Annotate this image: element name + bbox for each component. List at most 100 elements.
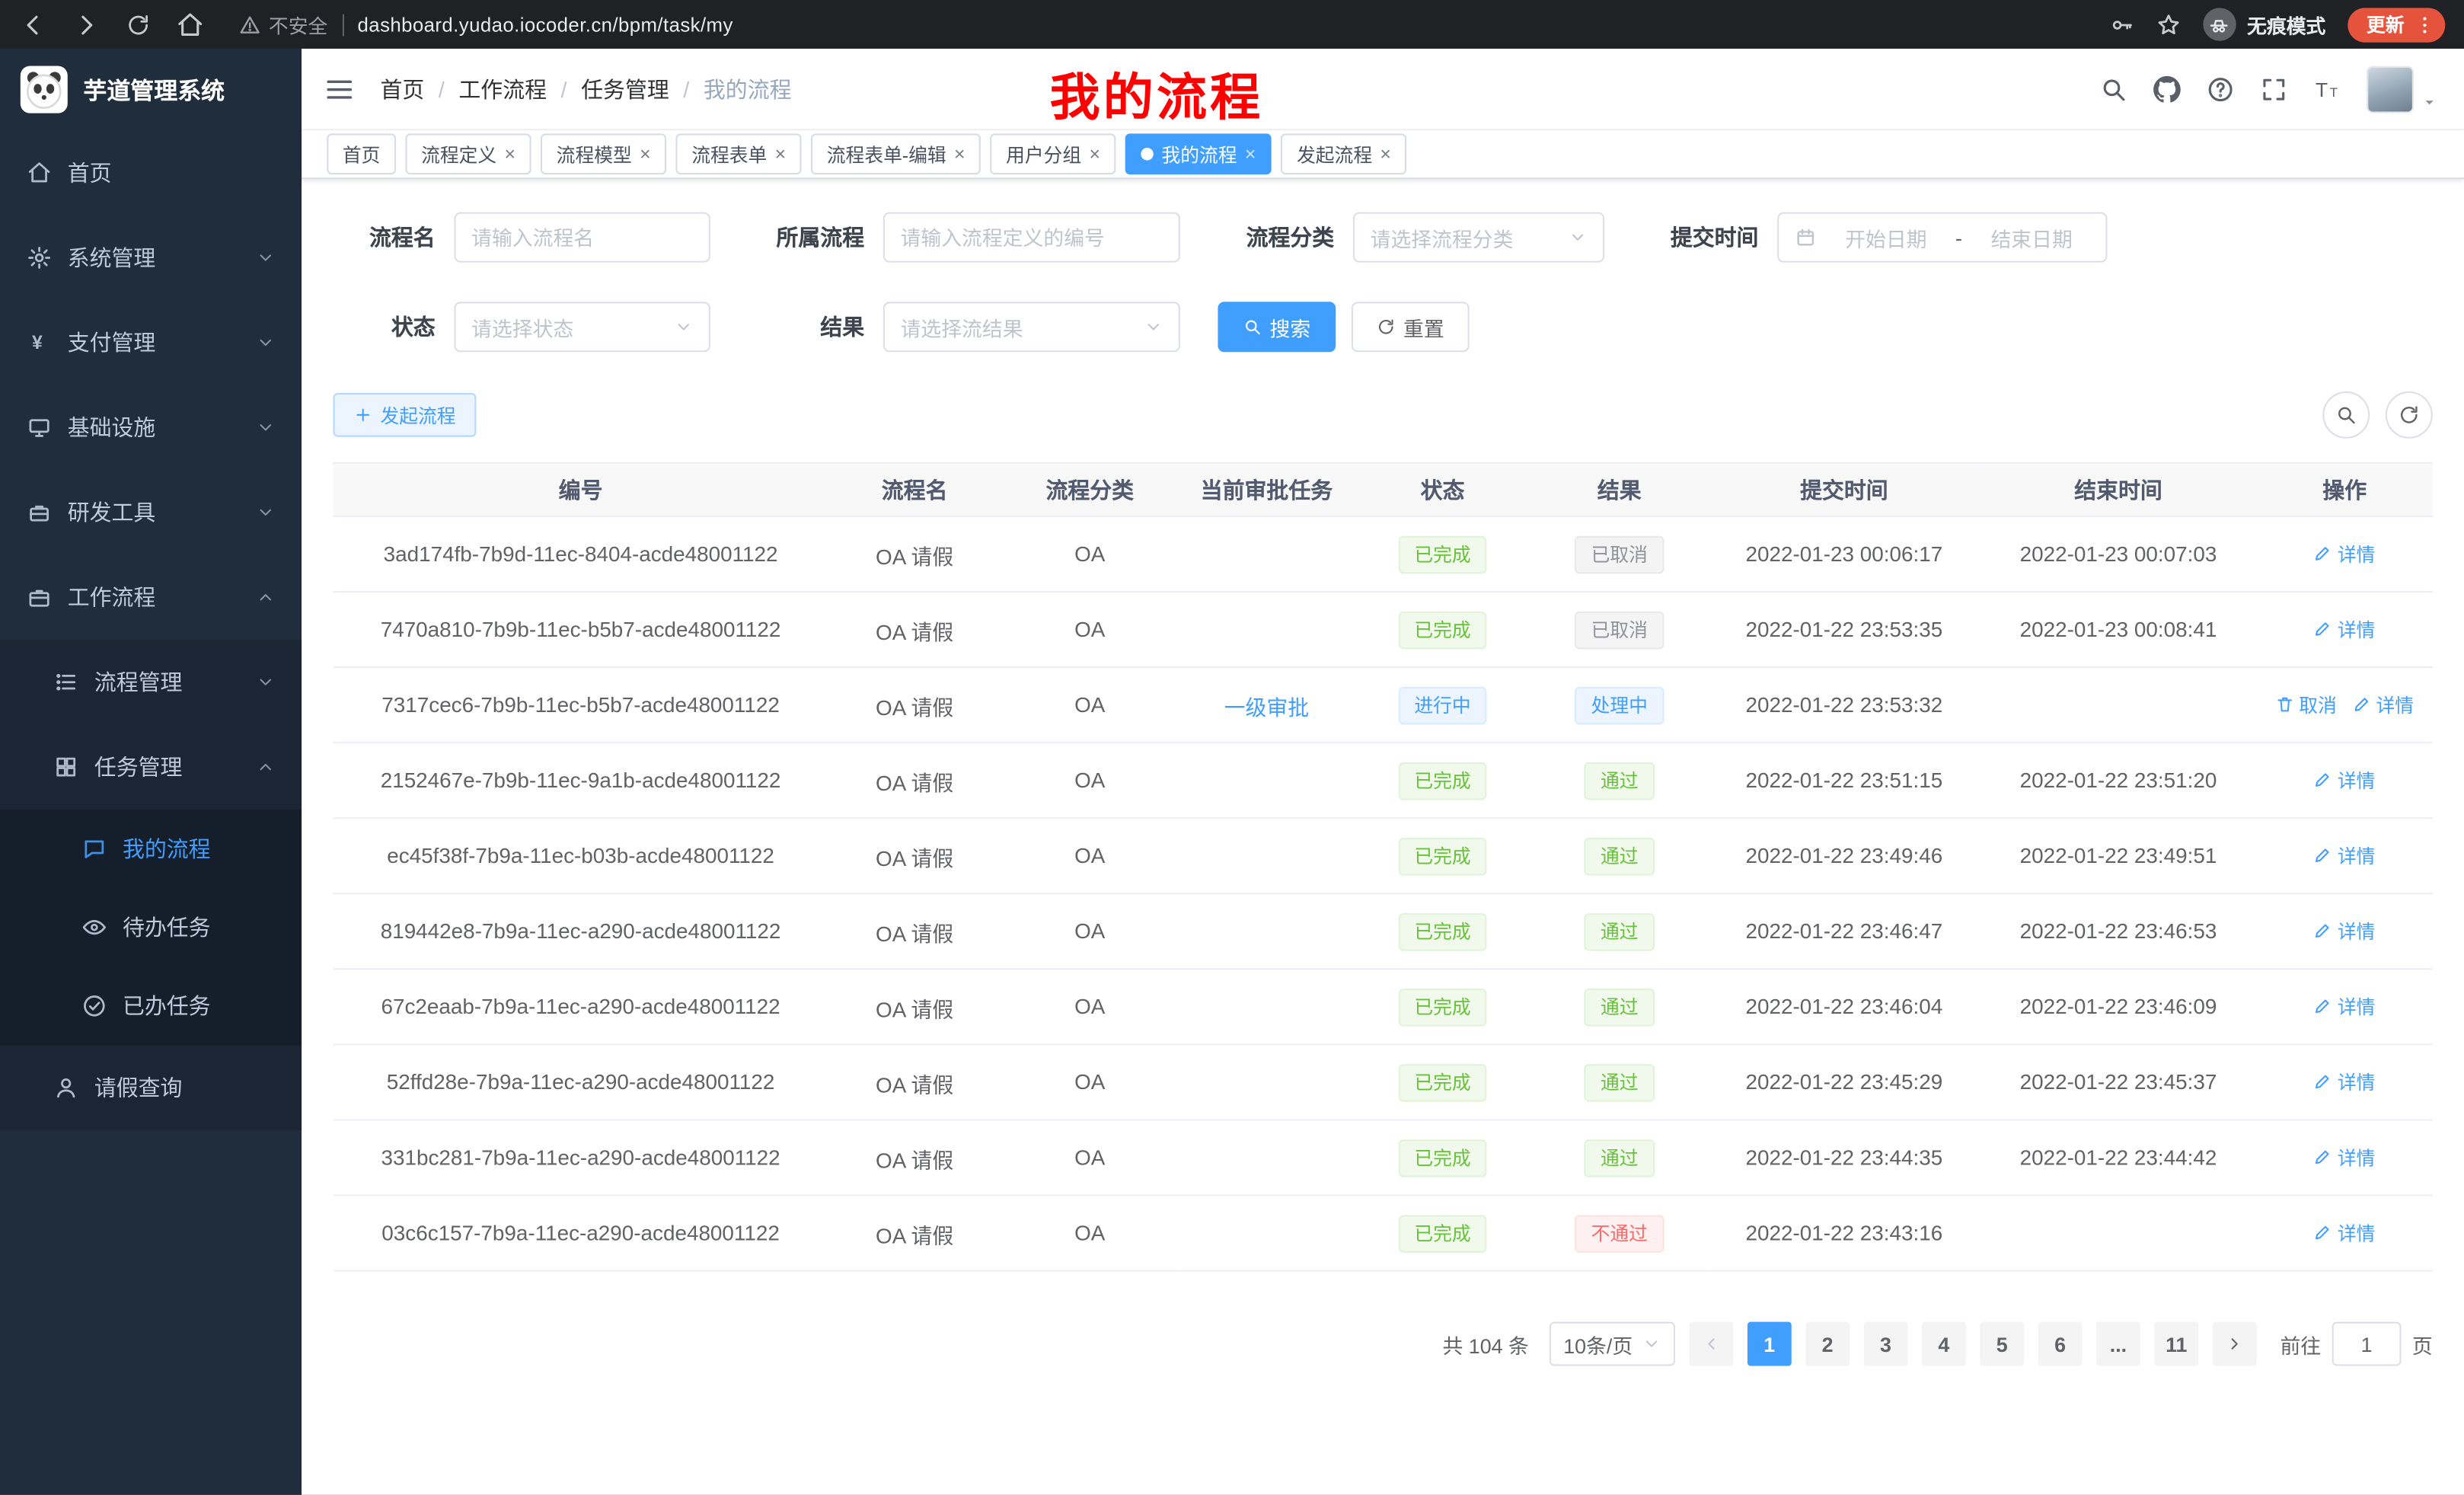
close-icon[interactable]: × — [1380, 145, 1390, 164]
tab-用户分组[interactable]: 用户分组× — [990, 133, 1116, 174]
forward-icon[interactable] — [72, 10, 101, 38]
page-button-2[interactable]: 2 — [1805, 1322, 1850, 1366]
sidebar-item-待办任务[interactable]: 待办任务 — [0, 888, 302, 966]
browser-home-icon[interactable] — [176, 10, 204, 38]
page-ellipsis[interactable]: ... — [2096, 1322, 2140, 1366]
back-icon[interactable] — [19, 10, 47, 38]
url-text[interactable]: dashboard.yudao.iocoder.cn/bpm/task/my — [358, 14, 733, 36]
fullscreen-icon[interactable] — [2260, 75, 2288, 103]
page-button-11[interactable]: 11 — [2154, 1322, 2198, 1366]
category-select[interactable]: 请选择流程分类 — [1353, 212, 1604, 263]
cancel-action[interactable]: 取消 — [2275, 692, 2337, 718]
breadcrumb-separator: / — [439, 76, 445, 101]
bookmark-star-icon[interactable] — [2156, 11, 2181, 37]
security-warning[interactable]: 不安全 — [239, 9, 328, 39]
help-icon[interactable] — [2207, 75, 2235, 103]
breadcrumb-item[interactable]: 工作流程 — [458, 73, 547, 104]
refresh-table-button[interactable] — [2386, 391, 2433, 439]
reset-button[interactable]: 重置 — [1352, 302, 1470, 352]
detail-action[interactable]: 详情 — [2314, 1069, 2376, 1095]
close-icon[interactable]: × — [954, 145, 965, 164]
key-icon[interactable] — [2109, 11, 2134, 37]
next-page-button[interactable] — [2213, 1322, 2257, 1366]
header-search-icon[interactable] — [2099, 75, 2127, 103]
detail-action[interactable]: 详情 — [2314, 842, 2376, 869]
tab-label: 流程表单 — [691, 141, 767, 168]
close-icon[interactable]: × — [1090, 145, 1100, 164]
search-icon — [1243, 318, 1262, 337]
process-def-input[interactable] — [883, 212, 1180, 263]
cell-submit-time: 2022-01-22 23:53:35 — [1708, 592, 1980, 667]
process-name-field[interactable] — [471, 225, 693, 249]
process-def-field[interactable] — [901, 225, 1163, 249]
cell-id: 331bc281-7b9a-11ec-a290-acde48001122 — [334, 1120, 828, 1195]
page-button-5[interactable]: 5 — [1980, 1322, 2024, 1366]
chevron-right-icon — [2225, 1334, 2244, 1353]
address-bar[interactable]: 不安全 dashboard.yudao.iocoder.cn/bpm/task/… — [239, 9, 733, 39]
detail-action[interactable]: 详情 — [2314, 615, 2376, 642]
detail-action[interactable]: 详情 — [2314, 993, 2376, 1020]
cell-actions: 详情 — [2257, 1044, 2433, 1120]
breadcrumb-item[interactable]: 任务管理 — [581, 73, 669, 104]
cell-end-time: 2022-01-22 23:44:42 — [1980, 1120, 2256, 1195]
reload-icon[interactable] — [126, 11, 151, 37]
tab-首页[interactable]: 首页 — [327, 133, 396, 174]
avatar[interactable] — [2367, 65, 2414, 113]
tab-流程表单-编辑[interactable]: 流程表单-编辑× — [811, 133, 981, 174]
app-logo[interactable]: 芋道管理系统 — [0, 49, 302, 130]
tab-流程定义[interactable]: 流程定义× — [405, 133, 531, 174]
sidebar-item-任务管理[interactable]: 任务管理 — [0, 724, 302, 809]
submit-time-range-picker[interactable]: 开始日期 - 结束日期 — [1777, 212, 2107, 263]
sidebar-item-工作流程[interactable]: 工作流程 — [0, 555, 302, 640]
page-button-1[interactable]: 1 — [1747, 1322, 1792, 1366]
detail-action[interactable]: 详情 — [2314, 1219, 2376, 1246]
user-menu[interactable] — [2367, 65, 2439, 113]
sidebar-item-流程管理[interactable]: 流程管理 — [0, 640, 302, 724]
check-icon — [81, 993, 107, 1018]
result-select[interactable]: 请选择流结果 — [883, 302, 1180, 352]
search-button[interactable]: 搜索 — [1218, 302, 1336, 352]
detail-action[interactable]: 详情 — [2314, 540, 2376, 567]
close-icon[interactable]: × — [1245, 145, 1256, 164]
toggle-search-button[interactable] — [2322, 391, 2370, 439]
detail-action[interactable]: 详情 — [2353, 692, 2415, 718]
tab-我的流程[interactable]: 我的流程× — [1125, 133, 1272, 174]
font-size-icon[interactable]: TT — [2313, 75, 2341, 103]
close-icon[interactable]: × — [775, 145, 786, 164]
sidebar-item-我的流程[interactable]: 我的流程 — [0, 810, 302, 888]
update-button[interactable]: 更新 — [2348, 7, 2445, 41]
status-tag: 通过 — [1585, 762, 1654, 800]
sidebar-item-已办任务[interactable]: 已办任务 — [0, 966, 302, 1045]
tab-流程表单[interactable]: 流程表单 × — [676, 133, 802, 174]
create-process-button[interactable]: 发起流程 — [334, 393, 477, 437]
page-button-4[interactable]: 4 — [1922, 1322, 1966, 1366]
prev-page-button[interactable] — [1690, 1322, 1734, 1366]
sidebar-item-研发工具[interactable]: 研发工具 — [0, 470, 302, 554]
detail-action[interactable]: 详情 — [2314, 918, 2376, 944]
sidebar-toggle-icon[interactable] — [324, 73, 355, 104]
sidebar-item-支付管理[interactable]: ¥支付管理 — [0, 300, 302, 385]
close-icon[interactable]: × — [505, 145, 515, 164]
detail-action[interactable]: 详情 — [2314, 767, 2376, 794]
cell-id: 7317cec6-7b9b-11ec-b5b7-acde48001122 — [334, 667, 828, 743]
status-select[interactable]: 请选择状态 — [454, 302, 710, 352]
sidebar-item-请假查询[interactable]: 请假查询 — [0, 1045, 302, 1129]
close-icon[interactable]: × — [640, 145, 650, 164]
page-goto-input[interactable] — [2332, 1322, 2402, 1366]
sidebar-item-系统管理[interactable]: 系统管理 — [0, 216, 302, 300]
page-button-3[interactable]: 3 — [1864, 1322, 1908, 1366]
current-task-link[interactable]: 一级审批 — [1224, 695, 1309, 719]
page-size-select[interactable]: 10条/页 — [1550, 1322, 1675, 1366]
cell-id: 819442e8-7b9a-11ec-a290-acde48001122 — [334, 893, 828, 969]
tab-发起流程[interactable]: 发起流程× — [1281, 133, 1406, 174]
browser-menu-icon[interactable] — [2414, 14, 2436, 36]
tab-流程模型[interactable]: 流程模型× — [541, 133, 666, 174]
page-button-6[interactable]: 6 — [2038, 1322, 2083, 1366]
sidebar-item-基础设施[interactable]: 基础设施 — [0, 385, 302, 470]
github-icon[interactable] — [2153, 75, 2181, 103]
cell-process-name: OA 请假 — [828, 667, 1001, 743]
process-name-input[interactable] — [454, 212, 710, 263]
detail-action[interactable]: 详情 — [2314, 1144, 2376, 1171]
sidebar-item-首页[interactable]: 首页 — [0, 130, 302, 215]
breadcrumb-item[interactable]: 首页 — [380, 73, 424, 104]
